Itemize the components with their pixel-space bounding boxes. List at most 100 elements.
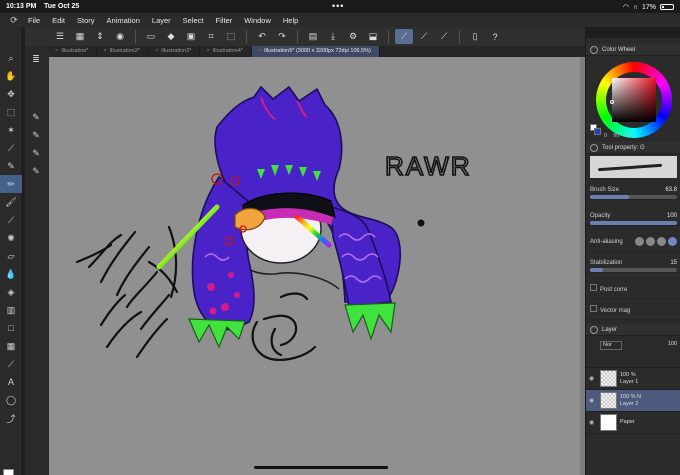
clear-icon[interactable]: ▭	[142, 29, 160, 44]
decoration-icon[interactable]: ✺	[0, 229, 22, 247]
zoom-icon[interactable]: ⌕	[0, 49, 22, 67]
eraser-icon[interactable]: ▱	[0, 247, 22, 265]
visibility-eye-icon[interactable]: ◉	[589, 419, 597, 426]
eye-icon[interactable]: ◉	[111, 29, 129, 44]
brush-size-label: Brush Size	[590, 186, 620, 193]
airbrush-icon[interactable]: ⟋	[0, 211, 22, 229]
pencil-icon[interactable]: ✏	[0, 175, 22, 193]
tool-property-header[interactable]: Tool property: G	[586, 142, 680, 154]
post-correction-row[interactable]: Post corre	[586, 279, 680, 299]
undo-icon[interactable]: ↶	[253, 29, 271, 44]
layer-opacity[interactable]: 100	[668, 341, 677, 347]
deselect-icon[interactable]: ⬚	[222, 29, 240, 44]
subtool-list-icon[interactable]: ≣	[25, 50, 47, 68]
menu-file[interactable]: File	[28, 16, 40, 25]
multitask-dots[interactable]: •••	[332, 1, 344, 11]
crop-icon[interactable]: ⌗	[202, 29, 220, 44]
home-indicator[interactable]	[254, 466, 388, 469]
blend-mode-select[interactable]: Nor	[600, 341, 622, 350]
export-icon[interactable]: ⤓	[324, 29, 342, 44]
vector-magnet-checkbox[interactable]	[590, 305, 597, 312]
doc-tab[interactable]: × Illustration3*	[149, 46, 201, 57]
opacity-slider[interactable]	[590, 221, 677, 225]
aa-none[interactable]	[635, 237, 644, 246]
menu-hamburger-icon[interactable]: ☰	[51, 29, 69, 44]
text-icon[interactable]: A	[0, 373, 22, 391]
redo-icon[interactable]: ↷	[273, 29, 291, 44]
layer-row[interactable]: ◉ 100 % Layer 1	[586, 368, 680, 390]
smoothing-icon[interactable]: ⟋	[415, 29, 433, 44]
gradient-icon[interactable]: ▥	[0, 301, 22, 319]
balloon-icon[interactable]: ◯	[0, 391, 22, 409]
subtool-pen-4-icon[interactable]: ✎	[25, 162, 47, 180]
anti-aliasing-options[interactable]	[635, 237, 677, 246]
close-icon[interactable]: ×	[206, 48, 209, 54]
color-wheel-ring[interactable]	[596, 62, 672, 138]
menu-layer[interactable]: Layer	[152, 16, 171, 25]
menu-animation[interactable]: Animation	[107, 16, 140, 25]
subtool-pen-2-icon[interactable]: ✎	[25, 126, 47, 144]
hsv-readout: 0 90 13	[604, 133, 631, 139]
help-icon[interactable]: ?	[486, 29, 504, 44]
pen-pressure-icon[interactable]: ⟋	[395, 29, 413, 44]
brush-icon[interactable]: 🖌	[0, 193, 22, 211]
subtool-pen-3-icon[interactable]: ✎	[25, 144, 47, 162]
visibility-eye-icon[interactable]: ◉	[589, 375, 597, 382]
aa-medium[interactable]	[657, 237, 666, 246]
ruler-tool-icon[interactable]: ⟋	[0, 355, 22, 373]
save-icon[interactable]: ▤	[304, 29, 322, 44]
layer-row[interactable]: ◉ Paper	[586, 412, 680, 434]
doc-tab[interactable]: × Illustration4*	[200, 46, 252, 57]
fill-bucket-icon[interactable]: ◈	[0, 283, 22, 301]
post-correction-checkbox[interactable]	[590, 284, 597, 291]
close-icon[interactable]: ×	[103, 48, 106, 54]
eyedropper-icon[interactable]: ⟋	[0, 139, 22, 157]
grid-icon[interactable]: ▦	[71, 29, 89, 44]
menu-window[interactable]: Window	[244, 16, 271, 25]
figure-icon[interactable]: □	[0, 319, 22, 337]
menu-story[interactable]: Story	[77, 16, 95, 25]
layer-row-selected[interactable]: ◉ 100 % N Layer 2	[586, 390, 680, 412]
frame-icon[interactable]: ▦	[0, 337, 22, 355]
settings-icon[interactable]: ⚙	[344, 29, 362, 44]
layer-header[interactable]: Layer	[586, 324, 680, 336]
select-icon[interactable]: ⬚	[0, 103, 22, 121]
companion-icon[interactable]: ▯	[466, 29, 484, 44]
menu-filter[interactable]: Filter	[216, 16, 233, 25]
close-icon[interactable]: ×	[55, 48, 58, 54]
pen-icon[interactable]: ✎	[0, 157, 22, 175]
fill-icon[interactable]: ◆	[162, 29, 180, 44]
close-icon[interactable]: ×	[155, 48, 158, 54]
saturation-value-square[interactable]	[612, 78, 656, 122]
close-icon[interactable]: ×	[258, 48, 261, 54]
blend-icon[interactable]: 💧	[0, 265, 22, 283]
doc-tab-active[interactable]: × Illustration5* (3000 x 3200px 72dpi 106…	[251, 46, 380, 57]
scroll-icon[interactable]: ⇕	[91, 29, 109, 44]
doc-tab[interactable]: × Illustration2*	[97, 46, 149, 57]
sub-color-mini[interactable]	[594, 128, 601, 135]
move-icon[interactable]: ✥	[0, 85, 22, 103]
auto-select-icon[interactable]: ✶	[0, 121, 22, 139]
fit-icon[interactable]: ▣	[182, 29, 200, 44]
subtool-pen-1-icon[interactable]: ✎	[25, 108, 47, 126]
menu-help[interactable]: Help	[283, 16, 298, 25]
aa-strong[interactable]	[668, 237, 677, 246]
stabilization-slider[interactable]	[590, 268, 677, 272]
doc-tab[interactable]: × Illustration*	[49, 46, 98, 57]
transform-icon[interactable]: ⬓	[364, 29, 382, 44]
color-wheel-header[interactable]: Color Wheel	[586, 44, 680, 56]
vector-magnet-row[interactable]: Vector mag	[586, 300, 680, 320]
color-marker[interactable]	[610, 100, 614, 104]
visibility-eye-icon[interactable]: ◉	[589, 397, 597, 404]
anti-aliasing-row[interactable]: Anti-aliasing	[586, 232, 680, 252]
menu-select[interactable]: Select	[183, 16, 204, 25]
main-color-swatch[interactable]	[3, 469, 14, 475]
aa-weak[interactable]	[646, 237, 655, 246]
menu-edit[interactable]: Edit	[52, 16, 65, 25]
correct-line-icon[interactable]: ⤴	[0, 409, 22, 427]
app-logo-icon[interactable]: ⟳	[0, 15, 28, 26]
brush-size-slider[interactable]	[590, 195, 677, 199]
pan-icon[interactable]: ✋	[0, 67, 22, 85]
ruler-icon[interactable]: ⟋	[435, 29, 453, 44]
canvas[interactable]: RAWR	[49, 57, 585, 475]
